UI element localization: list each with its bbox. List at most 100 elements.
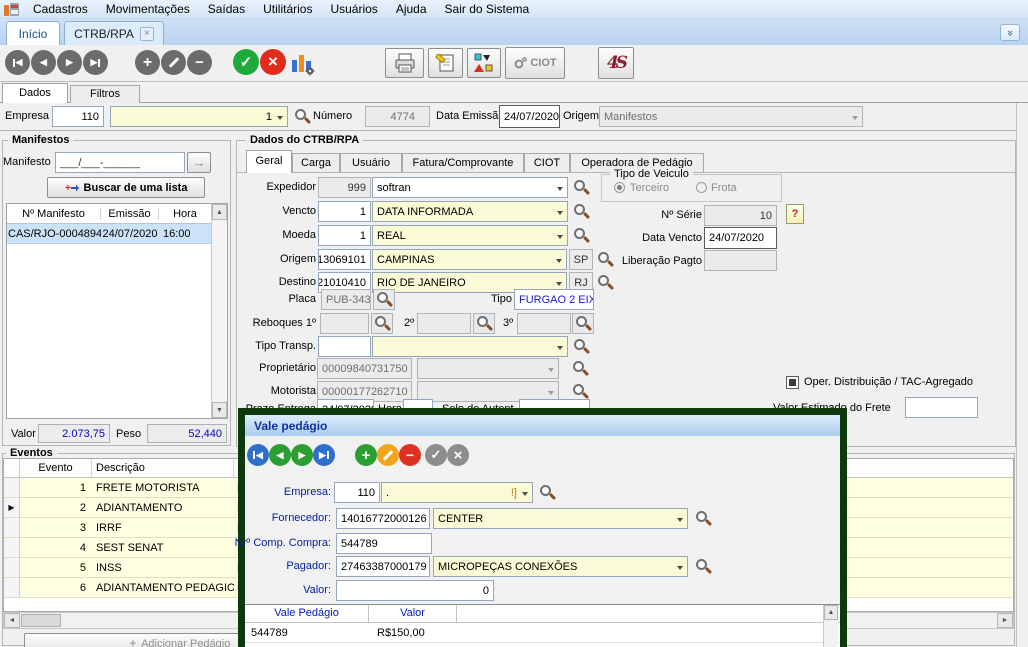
confirm-button[interactable]: ✓ [233,49,259,75]
tab-ctrb-rpa[interactable]: CTRB/RPA × [64,21,164,45]
proprietario-search-icon[interactable] [572,359,589,377]
data-emissao-field[interactable]: 24/07/2020 [499,105,560,128]
dlg-nav-next-button[interactable]: ▶ [291,444,313,466]
ciot-button[interactable]: CIOT [505,47,565,79]
origem-cidade-combo[interactable]: CAMPINAS [372,249,567,270]
dlg-pagador-combo[interactable]: MICROPEÇAS CONEXÕES [433,556,688,577]
dlg-pagador-code-field[interactable]: 27463387000179 [336,556,430,577]
hscroll-thumb[interactable] [21,614,61,627]
data-vencto-field[interactable]: 24/07/2020 [704,227,777,249]
dlg-empresa-search-icon[interactable] [539,483,556,501]
destino-search-icon[interactable] [597,273,614,291]
user-transfer-button[interactable] [467,48,501,78]
dlg-col-valor[interactable]: Valor [369,605,457,622]
moeda-search-icon[interactable] [573,226,590,244]
tipo-transp-code-field[interactable] [318,336,371,357]
scroll-down-icon[interactable]: ▼ [212,402,227,418]
help-button[interactable]: ? [786,204,804,224]
reboque3-search-button[interactable] [572,313,594,334]
dlg-empresa-combo[interactable]: .!] [381,482,533,503]
print-button[interactable] [385,48,424,78]
tipo-transp-search-icon[interactable] [573,337,590,355]
menu-utilitarios[interactable]: Utilitários [254,2,321,16]
reboque2-search-button[interactable] [473,313,495,334]
oper-distribuicao-checkbox[interactable] [786,376,799,389]
origem-code-field[interactable]: 13069101 [318,249,371,270]
scroll-right-icon[interactable]: ► [997,613,1013,628]
menu-saidas[interactable]: Saídas [199,2,254,16]
buscar-lista-button[interactable]: + Buscar de uma lista [47,177,205,198]
tipo-transp-combo[interactable] [372,336,568,357]
vencto-search-icon[interactable] [573,202,590,220]
dlg-empresa-code-field[interactable]: 110 [334,482,380,503]
origem-search-icon[interactable] [597,250,614,268]
col-manifesto[interactable]: Nº Manifesto [7,208,101,220]
menu-sair[interactable]: Sair do Sistema [436,2,539,16]
manifesto-input[interactable]: ___/___-______ [55,152,185,173]
dlg-nav-last-button[interactable]: ▶ [313,444,335,466]
col-hora[interactable]: Hora [159,208,211,220]
dlg-delete-button[interactable]: − [399,444,421,466]
scroll-left-icon[interactable]: ◄ [4,613,20,628]
dlg-add-button[interactable]: + [355,444,377,466]
tab-fatura[interactable]: Fatura/Comprovante [402,153,524,172]
expedidor-code-field[interactable]: 999 [318,177,371,198]
nav-first-button[interactable]: ◀ [5,50,30,75]
dlg-nav-prev-button[interactable]: ◀ [269,444,291,466]
valor-estimado-field[interactable] [905,397,978,418]
dlg-valor-field[interactable]: 0 [336,580,494,601]
dlg-nav-first-button[interactable]: ◀ [247,444,269,466]
menu-usuarios[interactable]: Usuários [321,2,386,16]
dlg-table-scrollbar[interactable]: ▲ [823,605,838,647]
empresa-search-icon[interactable] [294,107,311,125]
dlg-fornecedor-combo[interactable]: CENTER [433,508,688,529]
dlg-vale-row[interactable]: 544789 R$150,00 [245,623,840,643]
tab-inicio[interactable]: Início [6,21,60,45]
placa-search-button[interactable] [373,289,395,310]
radio-terceiro[interactable] [614,182,625,193]
add-button[interactable]: + [135,50,160,75]
chart-settings-button[interactable] [290,50,316,79]
col-descricao[interactable]: Descrição [92,459,234,477]
menu-movimentacoes[interactable]: Movimentações [97,2,199,16]
delete-button[interactable]: − [187,50,212,75]
moeda-code-field[interactable]: 1 [318,225,371,246]
tab-usuario[interactable]: Usuário [340,153,402,172]
tab-ciot[interactable]: CIOT [524,153,570,172]
manifestos-scrollbar[interactable]: ▲ ▼ [211,204,227,418]
nav-next-button[interactable]: ▶ [57,50,82,75]
dlg-edit-button[interactable] [377,444,399,466]
dlg-col-vale[interactable]: Vale Pedágio [245,605,369,622]
scroll-up-icon[interactable]: ▲ [212,204,227,220]
vencto-code-field[interactable]: 1 [318,201,371,222]
dialog-title-bar[interactable]: Vale pedágio [245,415,840,436]
manifesto-row-selected[interactable]: CAS/RJO-0004894 24/07/2020 16:00 [7,224,227,244]
menu-ajuda[interactable]: Ajuda [387,2,436,16]
expedidor-combo[interactable]: softran [372,177,568,198]
nav-prev-button[interactable]: ◀ [31,50,56,75]
vencto-combo[interactable]: DATA INFORMADA [372,201,568,222]
moeda-combo[interactable]: REAL [372,225,568,246]
empresa-name-combo[interactable]: 1 [110,106,288,127]
nav-last-button[interactable]: ▶ [83,50,108,75]
tipo-veiculo-field[interactable]: FURGAO 2 EIXO [514,289,594,310]
col-evento[interactable]: Evento [20,459,92,477]
motorista-search-icon[interactable] [572,382,589,400]
edit-document-button[interactable] [428,48,463,78]
app-icon[interactable] [3,2,20,20]
tab-carga[interactable]: Carga [292,153,340,172]
reboque1-search-button[interactable] [371,313,393,334]
radio-frota[interactable] [696,182,707,193]
dlg-confirm-button[interactable]: ✓ [425,444,447,466]
close-tab-icon[interactable]: × [140,27,154,41]
tab-filtros[interactable]: Filtros [70,85,140,103]
tab-dados[interactable]: Dados [2,83,68,103]
tab-overflow-button[interactable]: » [1000,24,1020,41]
manifesto-go-button[interactable]: → [187,152,211,173]
expedidor-search-icon[interactable] [573,178,590,196]
menu-cadastros[interactable]: Cadastros [24,2,97,16]
empresa-code-field[interactable]: 110 [52,106,104,127]
scroll-up-icon[interactable]: ▲ [824,605,838,620]
dlg-comp-compra-field[interactable]: 544789 [336,533,432,554]
col-emissao[interactable]: Emissão [101,208,159,220]
